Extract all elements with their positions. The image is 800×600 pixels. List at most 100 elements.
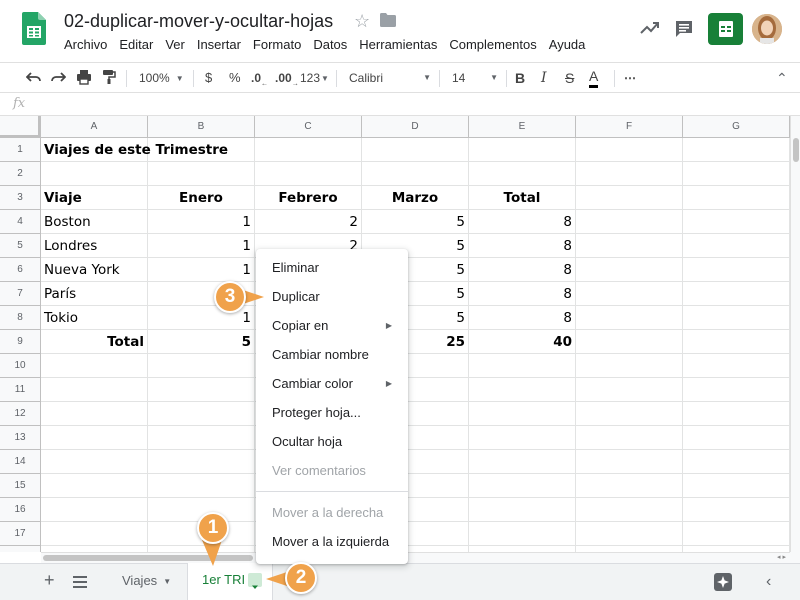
font-size-select[interactable]: 14 ▼: [452, 69, 498, 87]
scroll-arrows-icon[interactable]: ◂ ▸: [777, 553, 786, 561]
cell-g8[interactable]: [683, 306, 790, 330]
row-header[interactable]: 17: [0, 522, 41, 546]
menu-ayuda[interactable]: Ayuda: [543, 36, 592, 53]
column-header[interactable]: A: [41, 116, 148, 138]
cell-e11[interactable]: [469, 378, 576, 402]
cell-b9[interactable]: 5: [148, 330, 255, 354]
sheet-tab-menu-button[interactable]: [248, 573, 262, 589]
all-sheets-list-icon[interactable]: [73, 576, 87, 588]
menu-formato[interactable]: Formato: [247, 36, 307, 53]
cell-g9[interactable]: [683, 330, 790, 354]
cell-f9[interactable]: [576, 330, 683, 354]
cell-b4[interactable]: 1: [148, 210, 255, 234]
cell-d1[interactable]: [362, 138, 469, 162]
column-header[interactable]: E: [469, 116, 576, 138]
document-title[interactable]: 02-duplicar-mover-y-ocultar-hojas: [64, 11, 333, 32]
cell-e14[interactable]: [469, 450, 576, 474]
font-family-select[interactable]: Calibri ▼: [349, 69, 431, 87]
row-header[interactable]: 18: [0, 546, 41, 552]
cell-c4[interactable]: 2: [255, 210, 362, 234]
row-header[interactable]: 2: [0, 162, 41, 186]
menu-herramientas[interactable]: Herramientas: [353, 36, 443, 53]
menu-archivo[interactable]: Archivo: [58, 36, 113, 53]
cell-e7[interactable]: 8: [469, 282, 576, 306]
cell-c2[interactable]: [255, 162, 362, 186]
chevron-left-icon[interactable]: ‹: [766, 573, 771, 591]
menu-datos[interactable]: Datos: [307, 36, 353, 53]
row-header[interactable]: 15: [0, 474, 41, 498]
column-header[interactable]: C: [255, 116, 362, 138]
row-header[interactable]: 1: [0, 138, 41, 162]
cell-a13[interactable]: [41, 426, 148, 450]
print-icon[interactable]: [76, 69, 92, 87]
comment-icon[interactable]: [674, 19, 694, 39]
cell-f2[interactable]: [576, 162, 683, 186]
undo-icon[interactable]: [26, 69, 42, 87]
menu-editar[interactable]: Editar: [113, 36, 159, 53]
cell-f15[interactable]: [576, 474, 683, 498]
more-formats-button[interactable]: 123▼: [300, 69, 329, 87]
menu-item-copiar-en[interactable]: Copiar en ▶: [256, 313, 408, 339]
cell-b11[interactable]: [148, 378, 255, 402]
cell-f12[interactable]: [576, 402, 683, 426]
cell-b2[interactable]: [148, 162, 255, 186]
cell-a1[interactable]: Viajes de este Trimestre: [41, 138, 228, 162]
cell-d4[interactable]: 5: [362, 210, 469, 234]
cell-g10[interactable]: [683, 354, 790, 378]
cell-a7[interactable]: París: [41, 282, 148, 306]
redo-icon[interactable]: [50, 69, 66, 87]
cell-b6[interactable]: 1: [148, 258, 255, 282]
cell-c1[interactable]: [255, 138, 362, 162]
menu-item-cambiar-color[interactable]: Cambiar color ▶: [256, 371, 408, 397]
row-header[interactable]: 5: [0, 234, 41, 258]
vertical-scrollbar[interactable]: [790, 116, 800, 552]
cell-e10[interactable]: [469, 354, 576, 378]
add-sheet-button[interactable]: +: [44, 570, 55, 591]
decrease-decimals-button[interactable]: .0←: [251, 69, 268, 87]
cell-a8[interactable]: Tokio: [41, 306, 148, 330]
column-header[interactable]: D: [362, 116, 469, 138]
cell-b12[interactable]: [148, 402, 255, 426]
cell-g17[interactable]: [683, 522, 790, 546]
cell-e6[interactable]: 8: [469, 258, 576, 282]
cell-e9[interactable]: 40: [469, 330, 576, 354]
menu-item-mover-izquierda[interactable]: Mover a la izquierda: [256, 529, 408, 555]
cell-f13[interactable]: [576, 426, 683, 450]
cell-c3[interactable]: Febrero: [255, 186, 362, 210]
strikethrough-button[interactable]: S: [565, 69, 574, 87]
cell-g11[interactable]: [683, 378, 790, 402]
cell-a3[interactable]: Viaje: [41, 186, 148, 210]
menu-item-proteger-hoja[interactable]: Proteger hoja...: [256, 400, 408, 426]
cell-a9[interactable]: Total: [41, 330, 148, 354]
cell-e17[interactable]: [469, 522, 576, 546]
cell-e13[interactable]: [469, 426, 576, 450]
menu-item-ocultar-hoja[interactable]: Ocultar hoja: [256, 429, 408, 455]
cell-f14[interactable]: [576, 450, 683, 474]
cell-f1[interactable]: [576, 138, 683, 162]
cell-f7[interactable]: [576, 282, 683, 306]
menu-complementos[interactable]: Complementos: [443, 36, 542, 53]
menu-item-cambiar-nombre[interactable]: Cambiar nombre: [256, 342, 408, 368]
activity-trend-icon[interactable]: [640, 21, 660, 35]
bold-button[interactable]: B: [515, 69, 525, 87]
cell-a15[interactable]: [41, 474, 148, 498]
increase-decimals-button[interactable]: .00→: [275, 69, 299, 87]
cell-g1[interactable]: [683, 138, 790, 162]
cell-b13[interactable]: [148, 426, 255, 450]
cell-e2[interactable]: [469, 162, 576, 186]
column-header[interactable]: F: [576, 116, 683, 138]
sheets-logo-icon[interactable]: [22, 12, 46, 45]
share-button[interactable]: [708, 13, 743, 45]
cell-g4[interactable]: [683, 210, 790, 234]
cell-f8[interactable]: [576, 306, 683, 330]
cell-a17[interactable]: [41, 522, 148, 546]
cell-f4[interactable]: [576, 210, 683, 234]
percent-format-button[interactable]: %: [229, 69, 241, 87]
cell-b15[interactable]: [148, 474, 255, 498]
text-color-button[interactable]: A: [589, 69, 599, 88]
cell-e15[interactable]: [469, 474, 576, 498]
row-header[interactable]: 7: [0, 282, 41, 306]
column-header[interactable]: G: [683, 116, 790, 138]
menu-item-eliminar[interactable]: Eliminar: [256, 255, 408, 281]
cell-f5[interactable]: [576, 234, 683, 258]
